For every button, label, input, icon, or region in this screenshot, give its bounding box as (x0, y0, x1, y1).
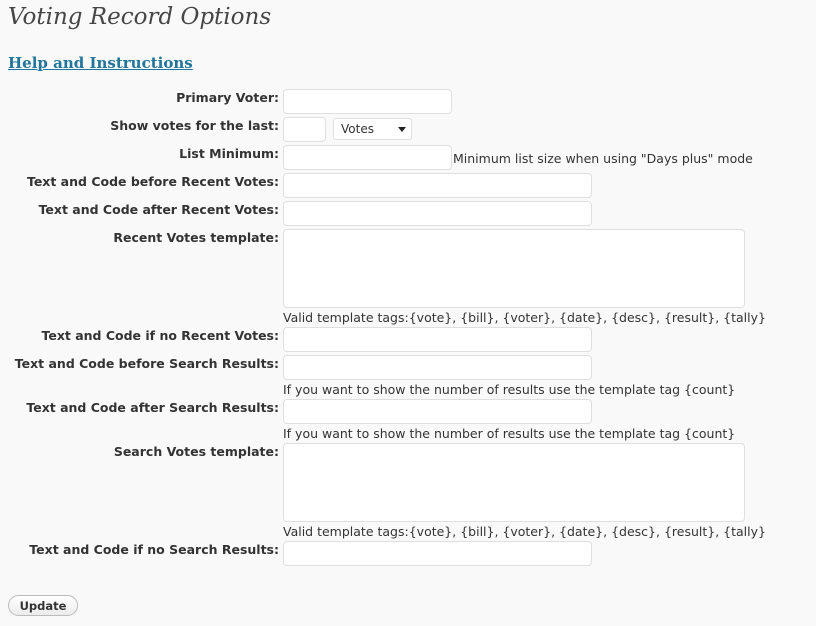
page-title: Voting Record Options (8, 4, 272, 30)
after-recent-votes-label: Text and Code after Recent Votes: (38, 202, 279, 217)
after-recent-votes-input[interactable] (283, 201, 592, 226)
show-votes-unit-select[interactable]: Votes (333, 118, 412, 140)
no-search-results-label: Text and Code if no Search Results: (29, 542, 279, 557)
primary-voter-label: Primary Voter: (176, 90, 279, 105)
recent-votes-template-label: Recent Votes template: (113, 230, 279, 245)
recent-votes-template-hint: Valid template tags:{vote}, {bill}, {vot… (283, 310, 766, 325)
search-votes-template-label: Search Votes template: (113, 444, 279, 459)
before-search-results-hint: If you want to show the number of result… (283, 382, 736, 397)
chevron-down-icon (398, 127, 406, 132)
after-search-results-label: Text and Code after Search Results: (26, 400, 279, 415)
no-search-results-input[interactable] (283, 541, 592, 566)
no-recent-votes-input[interactable] (283, 327, 592, 352)
show-votes-label: Show votes for the last: (110, 118, 279, 133)
search-votes-template-hint: Valid template tags:{vote}, {bill}, {vot… (283, 524, 766, 539)
no-recent-votes-label: Text and Code if no Recent Votes: (41, 328, 279, 343)
list-minimum-hint: Minimum list size when using "Days plus"… (453, 151, 753, 166)
show-votes-count-input[interactable] (283, 117, 326, 142)
primary-voter-input[interactable] (283, 89, 452, 114)
after-search-results-hint: If you want to show the number of result… (283, 426, 736, 441)
list-minimum-label: List Minimum: (179, 146, 279, 161)
after-search-results-input[interactable] (283, 399, 592, 424)
search-votes-template-textarea[interactable] (283, 443, 745, 522)
list-minimum-input[interactable] (283, 145, 452, 170)
help-instructions-link[interactable]: Help and Instructions (8, 54, 193, 72)
before-search-results-label: Text and Code before Search Results: (14, 356, 279, 371)
before-search-results-input[interactable] (283, 355, 592, 380)
recent-votes-template-textarea[interactable] (283, 229, 745, 308)
show-votes-unit-value: Votes (341, 122, 374, 136)
before-recent-votes-label: Text and Code before Recent Votes: (26, 174, 279, 189)
before-recent-votes-input[interactable] (283, 173, 592, 198)
update-button[interactable]: Update (8, 595, 78, 616)
